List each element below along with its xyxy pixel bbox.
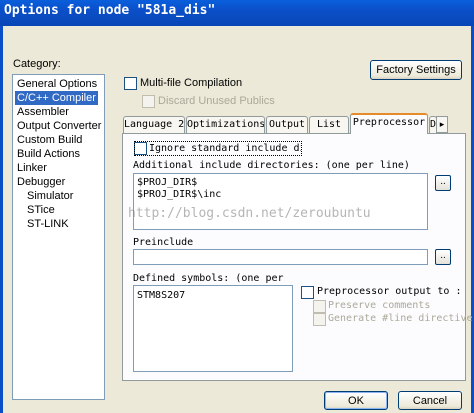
pp-output-checkbox[interactable] [301,286,314,299]
preserve-comments-checkbox[interactable] [313,300,326,313]
title-bar: Options for node "581a_dis" [0,0,474,26]
multi-file-label: Multi-file Compilation [140,77,243,89]
include-dirs-label: Additional include directories: (one per… [133,160,410,171]
category-item-build-actions[interactable]: Build Actions [15,147,82,161]
discard-unused-checkbox[interactable] [142,95,155,108]
window-title: Options for node "581a_dis" [4,3,216,18]
defined-symbols-label: Defined symbols: (one per [133,273,284,284]
category-item-assembler[interactable]: Assembler [15,105,71,119]
include-dir-line: $PROJ_DIR$\inc [137,189,222,200]
ignore-std-include-label: Ignore standard include direc [134,141,302,156]
ok-button[interactable]: OK [324,391,388,410]
preinclude-browse-button[interactable]: .. [435,249,451,265]
tab-list[interactable]: List [309,116,349,133]
tab-scroll-right-icon[interactable]: ▸ [436,116,448,133]
generate-line-checkbox[interactable] [313,313,326,326]
defined-symbols-field[interactable]: STM8S207 [133,285,293,372]
tab-language-2[interactable]: Language 2 [123,116,185,133]
include-dir-line: $PROJ_DIR$ [137,177,198,188]
tab-optimizations[interactable]: Optimizations [186,116,265,133]
watermark-text: http://blog.csdn.net/zeroubuntu [128,206,371,221]
category-item-debugger[interactable]: Debugger [15,175,67,189]
preinclude-input[interactable] [133,249,428,265]
preinclude-label: Preinclude [133,237,194,248]
include-dirs-browse-button[interactable]: .. [435,175,451,191]
multi-file-checkbox[interactable] [124,77,137,90]
category-item-custom-build[interactable]: Custom Build [15,133,84,147]
discard-unused-label: Discard Unused Publics [158,95,275,107]
cancel-button[interactable]: Cancel [398,391,462,410]
category-item-c-cpp-compiler[interactable]: C/C++ Compiler [15,91,98,105]
generate-line-label: Generate #line directive [328,313,473,324]
category-list[interactable]: General Options C/C++ Compiler Assembler… [12,74,105,400]
category-item-output-converter[interactable]: Output Converter [15,119,103,133]
factory-settings-button[interactable]: Factory Settings [370,60,462,80]
pp-output-label: Preprocessor output to : [317,286,462,297]
tab-output[interactable]: Output [266,116,308,133]
category-item-simulator[interactable]: Simulator [25,189,75,203]
include-dirs-field[interactable]: $PROJ_DIR$ $PROJ_DIR$\inc [133,173,428,230]
defined-symbol-line: STM8S207 [137,290,186,301]
tab-preprocessor[interactable]: Preprocessor [350,113,428,134]
preserve-comments-label: Preserve comments [328,300,431,311]
category-item-linker[interactable]: Linker [15,161,49,175]
category-item-general-options[interactable]: General Options [15,77,99,91]
category-item-st-link[interactable]: ST-LINK [25,217,71,231]
category-item-stice[interactable]: STice [25,203,57,217]
category-label: Category: [13,58,61,70]
